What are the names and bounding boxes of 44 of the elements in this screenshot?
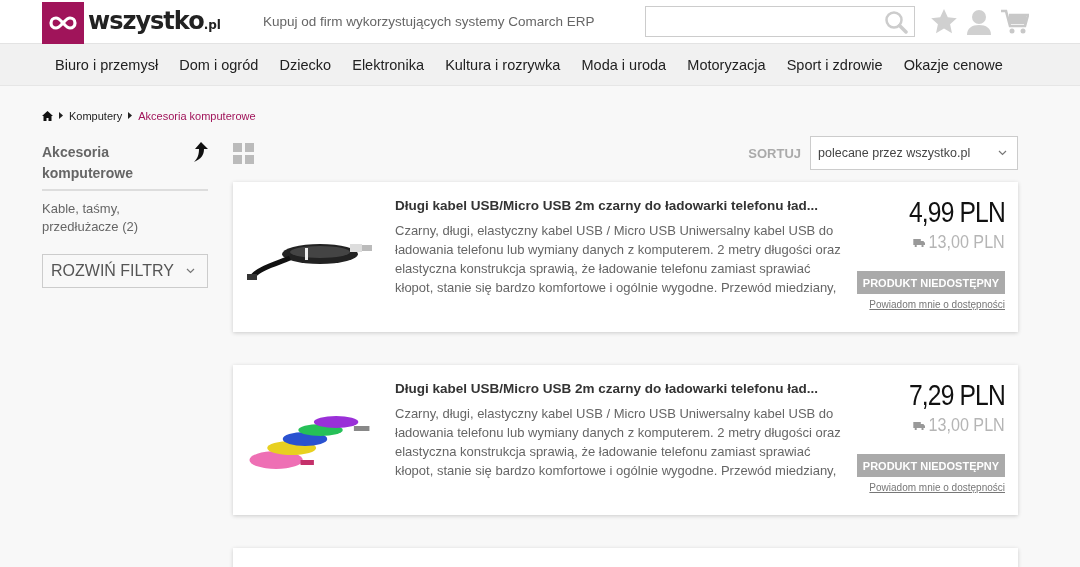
search-icon[interactable] xyxy=(883,9,908,34)
category-link[interactable]: Motoryzacja xyxy=(687,56,766,73)
category-link[interactable]: Kultura i rozrywka xyxy=(445,56,561,73)
category-link[interactable]: Biuro i przemysł xyxy=(55,56,159,73)
chevron-icon xyxy=(186,268,195,274)
notify-link[interactable]: Powiadom mnie o dostępności xyxy=(869,482,1005,493)
caret-icon xyxy=(59,112,63,119)
shipping-price: 13,00 PLN xyxy=(928,231,1005,253)
product-title[interactable]: Długi kabel USB/Micro USB 2m czarny do ładowarki telefonu ład... xyxy=(395,198,845,213)
category-link[interactable]: Okazje cenowe xyxy=(903,56,1003,73)
category-link[interactable]: Moda i uroda xyxy=(581,56,667,73)
shipping-price: 13,00 PLN xyxy=(928,414,1005,436)
favorites-star-icon[interactable] xyxy=(930,9,957,34)
caret-icon xyxy=(128,112,133,119)
curved-arrow-icon[interactable] xyxy=(192,142,208,162)
cart-icon[interactable] xyxy=(1000,8,1029,35)
breadcrumb-link[interactable]: Komputery xyxy=(69,109,123,122)
notify-link[interactable]: Powiadom mnie o dostępności xyxy=(869,299,1005,310)
product-title[interactable]: Długi kabel USB/Micro USB 2m czarny do ładowarki telefonu ład... xyxy=(395,381,845,396)
category-link[interactable]: Dziecko xyxy=(279,56,332,73)
truck-icon xyxy=(913,237,926,247)
subcategory-link[interactable]: Kable, taśmy, przedłużacze (2) xyxy=(42,200,162,236)
product-card[interactable] xyxy=(233,182,1018,332)
product-price: 4,99 PLN xyxy=(909,196,1005,229)
breadcrumb-link[interactable]: Akcesoria komputerowe xyxy=(138,109,256,122)
product-description: Czarny, długi, elastyczny kabel USB / Micro USB Uniwersalny kabel USB do ładowania telefonu lub wymiany danych z komputerem. 2 metry długości oraz elastyczna konstrukcja sprawią, że ładowanie telefonu zamiast sprawiać kłopot, stanie się bardzo komfortowe i ogólnie wygodne. Przewód miedziany, xyxy=(395,405,842,480)
truck-icon xyxy=(913,420,926,430)
search-field[interactable] xyxy=(644,6,915,37)
category-link[interactable]: Dom i ogród xyxy=(179,56,259,73)
home-icon[interactable] xyxy=(42,110,53,121)
category-link[interactable]: Sport i zdrowie xyxy=(786,56,883,73)
category-link[interactable]: Elektronika xyxy=(352,56,424,73)
category-heading: Akcesoria komputerowe xyxy=(42,143,134,183)
tagline: Kupuj od firm wykorzystujących systemy Comarch ERP xyxy=(262,14,596,29)
expand-filters-button[interactable]: ROZWIŃ FILTRY xyxy=(42,254,208,288)
site-logo[interactable]: wszystko.pl xyxy=(42,0,221,44)
grid-view-icon[interactable] xyxy=(233,142,254,164)
product-price: 7,29 PLN xyxy=(909,379,1005,412)
user-icon[interactable] xyxy=(966,8,991,35)
sort-dropdown[interactable]: polecane przez wszystko.pl xyxy=(810,136,1018,170)
chevron-icon xyxy=(998,150,1007,156)
sort-label: SORTUJ xyxy=(748,145,801,161)
product-description: Czarny, długi, elastyczny kabel USB / Micro USB Uniwersalny kabel USB do ładowania telefonu lub wymiany danych z komputerem. 2 metry długości oraz elastyczna konstrukcja sprawią, że ładowanie telefonu zamiast sprawiać kłopot, stanie się bardzo komfortowe i ogólnie wygodne. Przewód miedziany, xyxy=(395,222,842,297)
product-card[interactable] xyxy=(233,365,1018,515)
